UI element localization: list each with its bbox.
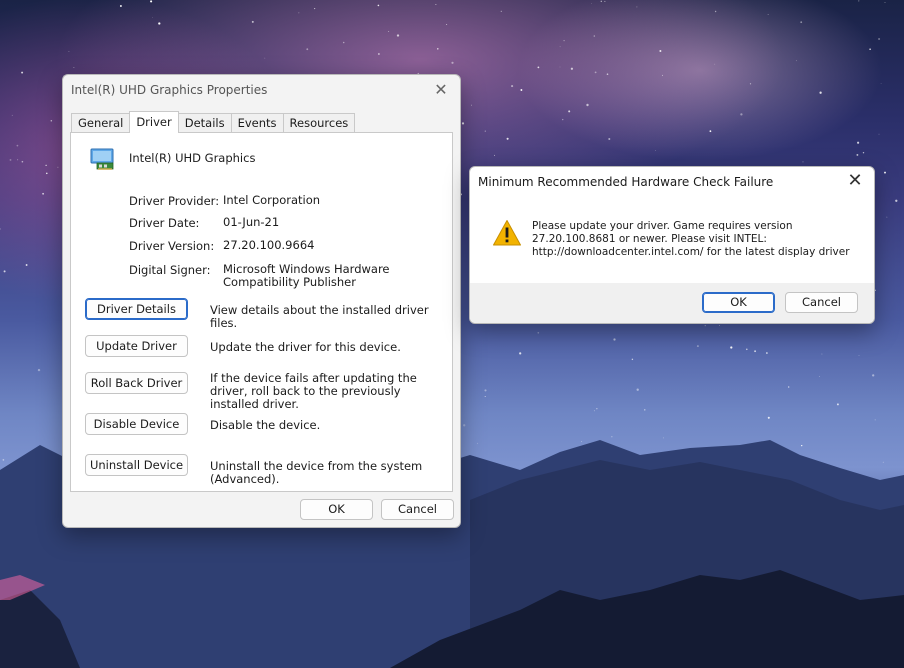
alert-titlebar: Minimum Recommended Hardware Check Failu…	[470, 167, 874, 197]
driver-tab-panel: Intel(R) UHD Graphics Driver Provider: I…	[70, 132, 453, 492]
uninstall-device-description: Uninstall the device from the system (Ad…	[210, 459, 423, 486]
driver-provider-label: Driver Provider:	[129, 194, 220, 208]
roll-back-driver-description: If the device fails after updating the d…	[210, 371, 417, 411]
device-properties-dialog: Intel(R) UHD Graphics Properties ✕ Gener…	[62, 74, 461, 528]
properties-tabs: General Driver Details Events Resources	[71, 111, 452, 133]
cancel-button[interactable]: Cancel	[381, 499, 454, 520]
uninstall-device-button[interactable]: Uninstall Device	[85, 454, 188, 476]
properties-titlebar: Intel(R) UHD Graphics Properties	[63, 75, 460, 105]
close-icon[interactable]: ✕	[432, 81, 450, 99]
driver-version-label: Driver Version:	[129, 239, 215, 253]
driver-date-value: 01-Jun-21	[223, 215, 280, 229]
properties-title: Intel(R) UHD Graphics Properties	[71, 83, 268, 97]
digital-signer-label: Digital Signer:	[129, 263, 211, 277]
alert-title: Minimum Recommended Hardware Check Failu…	[478, 175, 774, 189]
tab-resources[interactable]: Resources	[282, 113, 356, 133]
tab-general[interactable]: General	[71, 113, 131, 133]
disable-device-button[interactable]: Disable Device	[85, 413, 188, 435]
roll-back-driver-button[interactable]: Roll Back Driver	[85, 372, 188, 394]
cancel-button[interactable]: Cancel	[785, 292, 858, 313]
alert-message: Please update your driver. Game requires…	[532, 220, 850, 258]
driver-details-button[interactable]: Driver Details	[85, 298, 188, 320]
tab-events[interactable]: Events	[230, 113, 284, 133]
tab-driver[interactable]: Driver	[129, 111, 179, 133]
alert-body: Please update your driver. Game requires…	[470, 197, 874, 283]
update-driver-button[interactable]: Update Driver	[85, 335, 188, 357]
close-icon[interactable]: ✕	[846, 172, 864, 190]
update-driver-description: Update the driver for this device.	[210, 340, 401, 354]
device-name: Intel(R) UHD Graphics	[129, 151, 256, 165]
disable-device-description: Disable the device.	[210, 418, 321, 432]
display-adapter-icon	[90, 148, 114, 170]
digital-signer-value: Microsoft Windows Hardware Compatibility…	[223, 262, 390, 289]
tab-details[interactable]: Details	[177, 113, 232, 133]
ok-button[interactable]: OK	[300, 499, 373, 520]
alert-footer: OK Cancel	[470, 283, 874, 323]
warning-icon	[493, 220, 521, 246]
driver-date-label: Driver Date:	[129, 216, 200, 230]
ok-button[interactable]: OK	[702, 292, 775, 313]
hardware-check-alert-dialog: Minimum Recommended Hardware Check Failu…	[469, 166, 875, 324]
driver-version-value: 27.20.100.9664	[223, 238, 315, 252]
driver-provider-value: Intel Corporation	[223, 193, 321, 207]
driver-details-description: View details about the installed driver …	[210, 303, 429, 330]
